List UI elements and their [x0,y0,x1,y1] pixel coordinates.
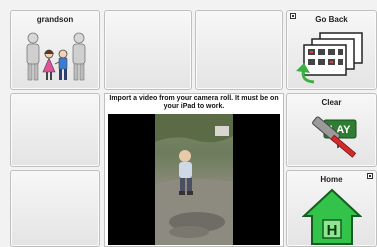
home-house-letter: H [327,222,338,239]
video-frame [155,114,233,245]
empty-cell-4[interactable] [10,170,100,247]
empty-cell-3[interactable] [10,93,100,167]
home-button[interactable]: Home H [286,170,377,247]
communication-board: grandson Go Back Import a video from you… [0,0,377,247]
home-label: Home [320,175,343,184]
clear-icon: LAY [312,116,357,158]
grandson-label: grandson [36,15,74,24]
go-back-button[interactable]: Go Back [286,10,377,90]
empty-cell-1[interactable] [104,10,192,90]
video-panel: Import a video from your camera roll. It… [104,93,284,247]
go-back-label: Go Back [315,15,348,24]
home-icon: H [302,188,362,245]
child-in-puddle-image [155,114,233,245]
go-back-icon [296,32,363,84]
grandson-button[interactable]: grandson [10,10,100,90]
empty-cell-2[interactable] [195,10,283,90]
clear-label: Clear [321,98,342,107]
video-player[interactable] [108,114,280,245]
clear-button[interactable]: Clear LAY [286,93,377,167]
video-caption: Import a video from your camera roll. It… [109,95,279,110]
family-icon [26,32,86,81]
